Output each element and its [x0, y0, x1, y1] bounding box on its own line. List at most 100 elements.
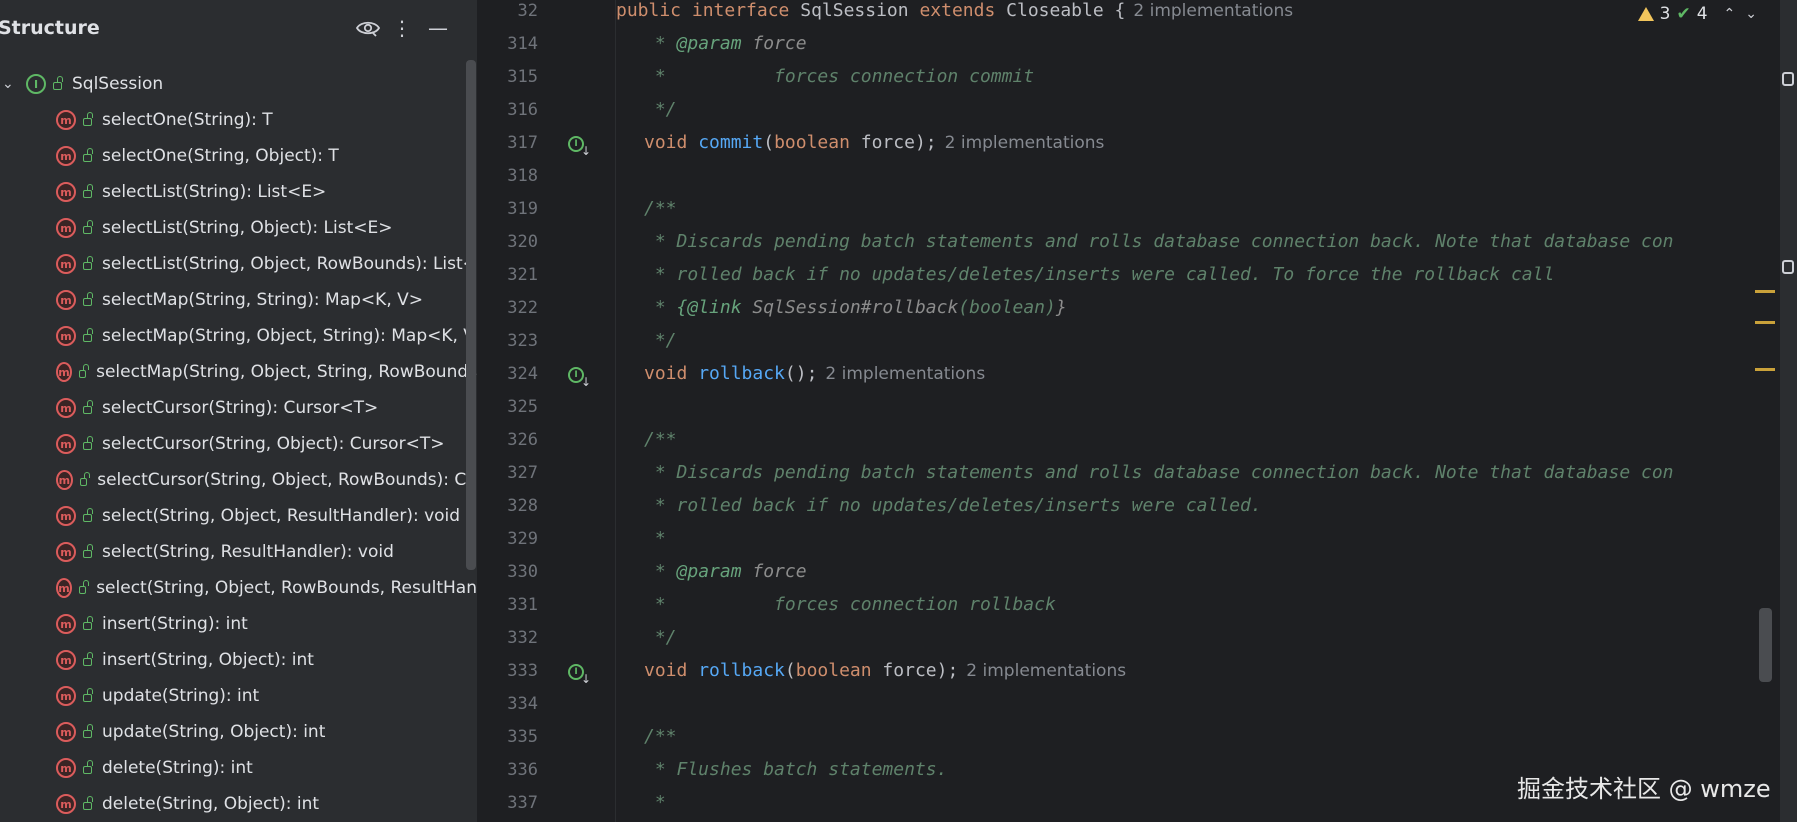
tree-item-method[interactable]: m select(String, Object, RowBounds, Resul…: [0, 570, 477, 606]
comment-text: * forces connection commit: [644, 66, 1035, 87]
implemented-down-icon[interactable]: I ↓: [568, 664, 591, 686]
implemented-down-icon[interactable]: I ↓: [568, 367, 591, 389]
method-icon: m: [56, 578, 72, 598]
tree-item-method[interactable]: m selectList(String, Object): List<E>: [0, 210, 477, 246]
method-icon: m: [56, 254, 76, 274]
comment-text: * Discards pending batch statements and …: [644, 231, 1674, 252]
editor-scrollbar[interactable]: [1759, 608, 1772, 682]
tree-item-method[interactable]: m selectOne(String): T: [0, 102, 477, 138]
chevron-up-icon[interactable]: ⌃: [1724, 6, 1736, 22]
lock-icon: [83, 796, 93, 810]
tree-item-method[interactable]: m delete(String, Object): int: [0, 786, 477, 822]
code-editor[interactable]: 32 public interface SqlSession extends C…: [478, 0, 1797, 822]
tree-item-method[interactable]: m selectList(String): List<E>: [0, 174, 477, 210]
tree-item-method[interactable]: m select(String, ResultHandler): void: [0, 534, 477, 570]
tree-item-method[interactable]: m selectCursor(String, Object, RowBounds)…: [0, 462, 477, 498]
implementations-hint[interactable]: 2 implementations: [945, 133, 1105, 153]
warning-marker[interactable]: [1755, 290, 1775, 293]
code-line[interactable]: 335 /**: [478, 722, 1797, 755]
code-line[interactable]: 328 * rolled back if no updates/deletes/…: [478, 491, 1797, 524]
tree-root-sqlsession[interactable]: ⌄ I SqlSession: [0, 66, 477, 102]
comment-text: *: [644, 792, 666, 813]
method-icon: m: [56, 182, 76, 202]
implementations-hint[interactable]: 2 implementations: [1133, 1, 1293, 21]
lock-icon: [83, 508, 93, 522]
code-line[interactable]: 326 /**: [478, 425, 1797, 458]
sticky-line[interactable]: 32 public interface SqlSession extends C…: [478, 0, 1797, 29]
code-line[interactable]: 318: [478, 161, 1797, 194]
database-icon[interactable]: [1782, 72, 1794, 86]
tree-item-method[interactable]: m selectMap(String, Object, String): Map<…: [0, 318, 477, 354]
code-line[interactable]: 323 */: [478, 326, 1797, 359]
comment-text: /**: [644, 726, 677, 747]
tree-item-method[interactable]: m selectMap(String, Object, String, RowBo…: [0, 354, 477, 390]
tree-item-method[interactable]: m selectCursor(String): Cursor<T>: [0, 390, 477, 426]
code-line[interactable]: 324 I ↓ void rollback(); 2 implementations: [478, 359, 1797, 392]
lock-icon: [83, 760, 93, 774]
implementations-hint[interactable]: 2 implementations: [966, 661, 1126, 681]
code-line[interactable]: 314 * @param force: [478, 29, 1797, 62]
code-line[interactable]: 334: [478, 689, 1797, 722]
comment-text: * Flushes batch statements.: [644, 759, 948, 780]
comment-text: /**: [644, 429, 677, 450]
tree-item-method[interactable]: m insert(String, Object): int: [0, 642, 477, 678]
method-icon: m: [56, 506, 76, 526]
tree-item-method[interactable]: m update(String): int: [0, 678, 477, 714]
tree-item-label: insert(String, Object): int: [102, 650, 314, 670]
more-vertical-icon[interactable]: ⋮: [388, 14, 416, 42]
method-icon: m: [56, 758, 76, 778]
implemented-down-icon[interactable]: I ↓: [568, 136, 591, 158]
chevron-down-icon[interactable]: ⌄: [2, 77, 16, 91]
lock-icon: [83, 616, 93, 630]
code-line[interactable]: 327 * Discards pending batch statements …: [478, 458, 1797, 491]
code-line[interactable]: 331 * forces connection rollback: [478, 590, 1797, 623]
code-line[interactable]: 325: [478, 392, 1797, 425]
code-line[interactable]: 322 * {@link SqlSession#rollback(boolean…: [478, 293, 1797, 326]
code-line[interactable]: 317 I ↓ void commit(boolean force); 2 implem…: [478, 128, 1797, 161]
code-line[interactable]: 316 */: [478, 95, 1797, 128]
tree-item-label: selectCursor(String, Object): Cursor<T>: [102, 434, 445, 454]
implementations-hint[interactable]: 2 implementations: [825, 364, 985, 384]
lock-icon: [53, 76, 63, 90]
code-text: void commit(boolean force); 2 implementat…: [644, 132, 1105, 153]
tree-item-method[interactable]: m select(String, Object, ResultHandler): …: [0, 498, 477, 534]
code-line[interactable]: 315 * forces connection commit: [478, 62, 1797, 95]
line-number: 326: [507, 430, 538, 450]
eye-icon[interactable]: [354, 14, 382, 42]
tree-item-method[interactable]: m selectCursor(String, Object): Cursor<T>: [0, 426, 477, 462]
code-line[interactable]: 319 /**: [478, 194, 1797, 227]
code-line[interactable]: 321 * rolled back if no updates/deletes/…: [478, 260, 1797, 293]
tree-item-method[interactable]: m insert(String): int: [0, 606, 477, 642]
comment-text: * rolled back if no updates/deletes/inse…: [644, 495, 1262, 516]
tree-item-method[interactable]: m delete(String): int: [0, 750, 477, 786]
warning-marker[interactable]: [1755, 321, 1775, 324]
line-number: 327: [507, 463, 538, 483]
lock-icon: [83, 148, 93, 162]
warning-count: 3: [1659, 4, 1671, 24]
method-icon: m: [56, 434, 76, 454]
tree-item-method[interactable]: m selectMap(String, String): Map<K, V>: [0, 282, 477, 318]
code-line[interactable]: 320 * Discards pending batch statements …: [478, 227, 1797, 260]
tree-item-method[interactable]: m update(String, Object): int: [0, 714, 477, 750]
comment-text: *: [644, 528, 666, 549]
line-number: 325: [507, 397, 538, 417]
inspection-widget[interactable]: 3 ✔ 4 ⌃ ⌄: [1629, 0, 1757, 28]
notifications-icon[interactable]: [1782, 260, 1794, 274]
line-number: 328: [507, 496, 538, 516]
chevron-down-icon[interactable]: ⌄: [1745, 6, 1757, 22]
lock-icon: [83, 256, 93, 270]
code-line[interactable]: 329 *: [478, 524, 1797, 557]
structure-scrollbar[interactable]: [466, 60, 476, 570]
tree-item-method[interactable]: m selectOne(String, Object): T: [0, 138, 477, 174]
code-line[interactable]: 333 I ↓ void rollback(boolean force); 2 impl…: [478, 656, 1797, 689]
warning-marker[interactable]: [1755, 368, 1775, 371]
line-number: 332: [507, 628, 538, 648]
tree-item-label: update(String, Object): int: [102, 722, 326, 742]
code-line[interactable]: 332 */: [478, 623, 1797, 656]
code-line[interactable]: 330 * @param force: [478, 557, 1797, 590]
tree-item-method[interactable]: m selectList(String, Object, RowBounds): …: [0, 246, 477, 282]
minimize-icon[interactable]: —: [424, 14, 452, 42]
tree-item-label: select(String, Object, RowBounds, Result…: [96, 578, 477, 598]
line-number: 322: [507, 298, 538, 318]
lock-icon: [79, 472, 90, 486]
